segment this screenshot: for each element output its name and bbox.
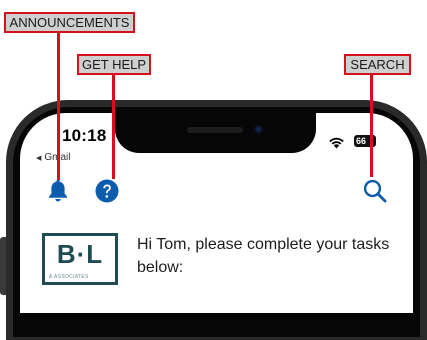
search-callout: SEARCH <box>344 54 411 75</box>
greeting-message: Hi Tom, please complete your tasks below… <box>137 236 390 276</box>
logo-main-text: B·L <box>56 239 104 269</box>
question-circle-icon[interactable] <box>95 179 119 203</box>
search-leader-line <box>370 75 373 177</box>
phone-notch <box>115 113 316 153</box>
logo-sub-text: & ASSOCIATES <box>49 274 89 280</box>
help-leader-line <box>112 75 115 179</box>
earpiece-speaker <box>187 127 243 133</box>
announcements-leader-line <box>57 33 60 180</box>
back-to-app-link[interactable]: ◀Gmail <box>36 152 71 163</box>
get-help-callout: GET HELP <box>77 54 151 75</box>
annotated-screenshot: 10:18 ◀Gmail 66 B·L & ASSOCIATES Hi Tom,… <box>0 0 427 340</box>
status-time: 10:18 <box>62 126 107 145</box>
wifi-icon <box>329 137 344 149</box>
back-arrow-icon: ◀ <box>36 155 42 162</box>
search-icon[interactable] <box>363 179 387 203</box>
phone-side-button <box>0 237 6 295</box>
announcements-callout: ANNOUNCEMENTS <box>4 12 135 33</box>
company-logo: B·L & ASSOCIATES <box>42 233 118 285</box>
bell-icon[interactable] <box>47 178 69 202</box>
front-camera <box>254 125 263 134</box>
